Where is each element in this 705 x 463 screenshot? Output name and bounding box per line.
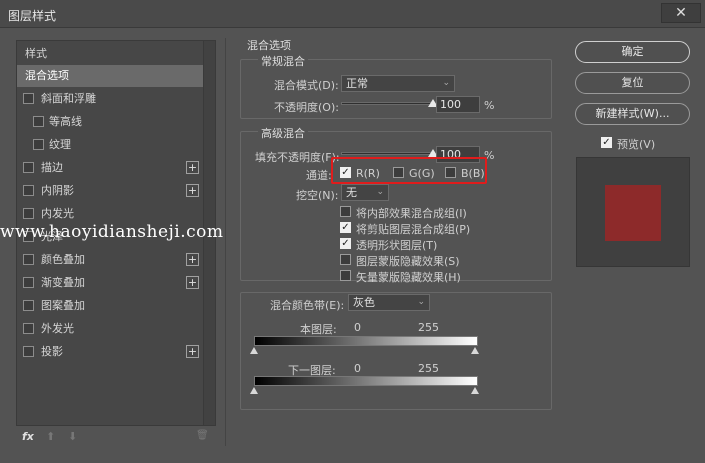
blend-clipped-layers-label: 将剪贴图层混合成组(P) bbox=[356, 223, 471, 236]
watermark: www.haoyidiansheji.com bbox=[0, 222, 224, 242]
stroke-add-icon[interactable]: + bbox=[186, 161, 199, 174]
opacity-slider[interactable] bbox=[341, 102, 433, 105]
outer-glow-checkbox[interactable] bbox=[23, 323, 34, 334]
style-item-contour[interactable]: 等高线 bbox=[17, 111, 203, 133]
inner-glow-checkbox[interactable] bbox=[23, 208, 34, 219]
reset-button[interactable]: 复位 bbox=[575, 72, 690, 94]
color-overlay-add-icon[interactable]: + bbox=[186, 253, 199, 266]
style-item-bevel-emboss[interactable]: 斜面和浮雕 bbox=[17, 88, 203, 110]
blend-mode-select[interactable]: 正常 ⌄ bbox=[341, 75, 455, 92]
style-item-inner-shadow[interactable]: 内阴影 + bbox=[17, 180, 203, 202]
fill-opacity-label: 填充不透明度(F): bbox=[255, 151, 340, 164]
new-style-button[interactable]: 新建样式(W)... bbox=[575, 103, 690, 125]
opacity-label: 不透明度(O): bbox=[274, 101, 339, 114]
chevron-down-icon: ⌄ bbox=[417, 297, 425, 307]
vector-mask-hides-checkbox[interactable] bbox=[340, 270, 351, 281]
blend-if-select[interactable]: 灰色 ⌄ bbox=[348, 294, 430, 311]
drop-shadow-add-icon[interactable]: + bbox=[186, 345, 199, 358]
title-bar: 图层样式 ✕ bbox=[0, 0, 705, 28]
pattern-overlay-checkbox[interactable] bbox=[23, 300, 34, 311]
preview-checkbox[interactable]: ✓ bbox=[601, 137, 612, 148]
style-item-pattern-overlay[interactable]: 图案叠加 bbox=[17, 295, 203, 317]
fill-opacity-slider[interactable] bbox=[341, 152, 433, 155]
opacity-input[interactable]: 100 bbox=[436, 96, 480, 113]
channels-highlight bbox=[331, 157, 487, 184]
style-item-stroke[interactable]: 描边 + bbox=[17, 157, 203, 179]
gradient-overlay-add-icon[interactable]: + bbox=[186, 276, 199, 289]
blending-options-title: 混合选项 bbox=[247, 39, 291, 52]
fx-icon[interactable]: fx bbox=[22, 430, 34, 443]
color-overlay-checkbox[interactable] bbox=[23, 254, 34, 265]
this-layer-min: 0 bbox=[354, 321, 361, 334]
this-layer-gradient[interactable] bbox=[254, 336, 478, 346]
style-preview bbox=[576, 157, 690, 267]
this-layer-label: 本图层: bbox=[300, 323, 337, 336]
window-title: 图层样式 bbox=[8, 9, 57, 23]
opacity-unit: % bbox=[484, 99, 495, 112]
style-item-drop-shadow[interactable]: 投影 + bbox=[17, 341, 203, 363]
general-blending-title: 常规混合 bbox=[258, 53, 308, 69]
blend-clipped-layers-checkbox[interactable]: ✓ bbox=[340, 222, 351, 233]
ok-button[interactable]: 确定 bbox=[575, 41, 690, 63]
under-layer-black-handle[interactable] bbox=[250, 387, 258, 394]
transparency-shapes-label: 透明形状图层(T) bbox=[356, 239, 438, 252]
styles-header[interactable]: 样式 bbox=[17, 43, 203, 65]
move-down-icon[interactable]: ⬇ bbox=[68, 430, 77, 443]
style-item-gradient-overlay[interactable]: 渐变叠加 + bbox=[17, 272, 203, 294]
this-layer-white-handle[interactable] bbox=[471, 347, 479, 354]
style-item-blending-options[interactable]: 混合选项 bbox=[17, 65, 203, 87]
close-button[interactable]: ✕ bbox=[661, 3, 701, 23]
under-layer-gradient[interactable] bbox=[254, 376, 478, 386]
bevel-emboss-checkbox[interactable] bbox=[23, 93, 34, 104]
chevron-down-icon: ⌄ bbox=[376, 187, 384, 197]
under-layer-white-handle[interactable] bbox=[471, 387, 479, 394]
knockout-label: 挖空(N): bbox=[296, 189, 339, 202]
vector-mask-hides-label: 矢量蒙版隐藏效果(H) bbox=[356, 271, 461, 284]
style-item-texture[interactable]: 纹理 bbox=[17, 134, 203, 156]
style-item-color-overlay[interactable]: 颜色叠加 + bbox=[17, 249, 203, 271]
preview-label: 预览(V) bbox=[617, 138, 656, 151]
advanced-blending-title: 高级混合 bbox=[258, 125, 308, 141]
style-item-outer-glow[interactable]: 外发光 bbox=[17, 318, 203, 340]
layer-mask-hides-label: 图层蒙版隐藏效果(S) bbox=[356, 255, 460, 268]
blend-mode-label: 混合模式(D): bbox=[274, 79, 339, 92]
this-layer-black-handle[interactable] bbox=[250, 347, 258, 354]
inner-shadow-add-icon[interactable]: + bbox=[186, 184, 199, 197]
texture-checkbox[interactable] bbox=[33, 139, 44, 150]
stroke-checkbox[interactable] bbox=[23, 162, 34, 173]
layer-mask-hides-checkbox[interactable] bbox=[340, 254, 351, 265]
blend-interior-effects-label: 将内部效果混合成组(I) bbox=[356, 207, 467, 220]
channels-label: 通道: bbox=[306, 169, 332, 182]
inner-shadow-checkbox[interactable] bbox=[23, 185, 34, 196]
styles-toolbar: fx ⬆ ⬇ 🗑 bbox=[22, 430, 212, 448]
gradient-overlay-checkbox[interactable] bbox=[23, 277, 34, 288]
transparency-shapes-checkbox[interactable]: ✓ bbox=[340, 238, 351, 249]
contour-checkbox[interactable] bbox=[33, 116, 44, 127]
blend-interior-effects-checkbox[interactable] bbox=[340, 206, 351, 217]
move-up-icon[interactable]: ⬆ bbox=[46, 430, 55, 443]
preview-swatch bbox=[605, 185, 661, 241]
chevron-down-icon: ⌄ bbox=[442, 78, 450, 88]
knockout-select[interactable]: 无 ⌄ bbox=[341, 184, 389, 201]
drop-shadow-checkbox[interactable] bbox=[23, 346, 34, 357]
under-layer-min: 0 bbox=[354, 362, 361, 375]
this-layer-max: 255 bbox=[418, 321, 439, 334]
panel-divider bbox=[225, 38, 226, 446]
trash-icon[interactable]: 🗑 bbox=[196, 430, 209, 441]
under-layer-max: 255 bbox=[418, 362, 439, 375]
blend-if-label: 混合颜色带(E): bbox=[270, 299, 345, 312]
close-icon: ✕ bbox=[675, 5, 687, 21]
